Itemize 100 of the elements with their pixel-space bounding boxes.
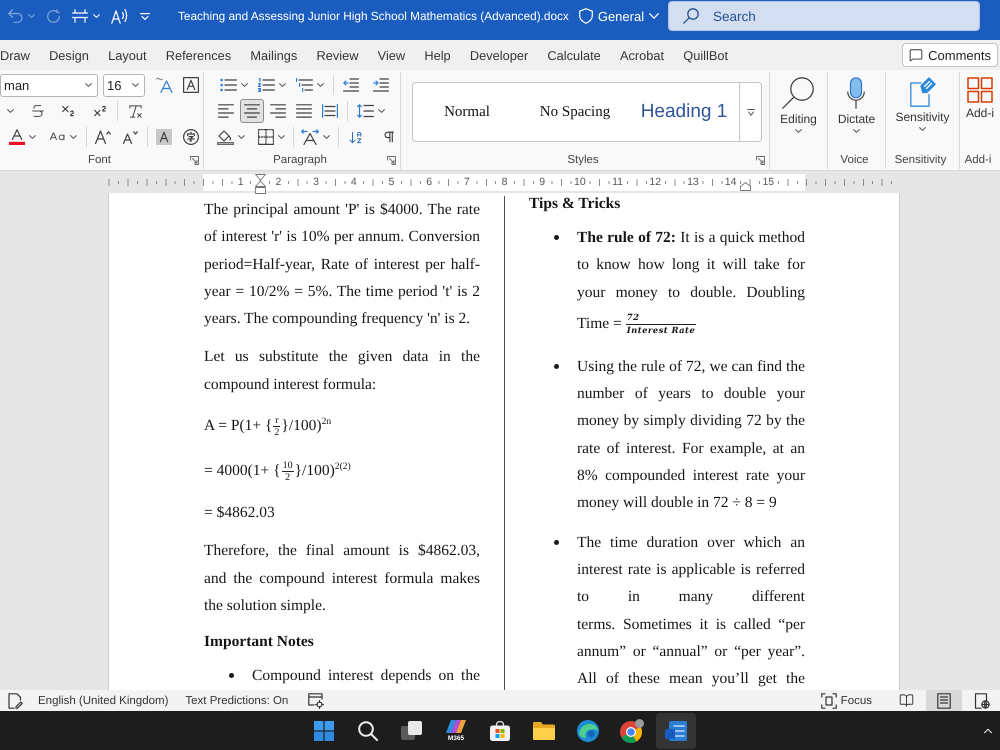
add-ins-button[interactable]: Add-i (964, 75, 996, 122)
magnifier-icon (782, 77, 814, 109)
distributed-align-icon (322, 104, 338, 118)
document-gear-icon (308, 692, 324, 708)
right-indent-marker-icon[interactable] (740, 182, 750, 191)
style-option[interactable]: Normal (413, 83, 521, 141)
shrink-font-icon (122, 130, 138, 144)
ribbon-tab[interactable]: View (368, 40, 415, 70)
indent-marker-icon[interactable] (254, 174, 266, 194)
paragraph: The principal amount 'P' is $4000. The rate of interest 'r' is 10% per annum. Conversion period=Half-year, Rate of interest per half- year = 10/2% = 5%. The time period 't' is 2 years. The compounding frequency 'n' is 2. (204, 200, 480, 330)
bullet-icon (554, 235, 559, 240)
subscript-icon (60, 103, 76, 119)
language-button[interactable]: English (United Kingdom) (36, 690, 170, 711)
grow-font-icon (95, 130, 112, 144)
caret-icon (279, 83, 286, 87)
colorful-stripes-icon (445, 719, 467, 734)
superscript-icon (92, 103, 108, 119)
style-option[interactable]: Heading 1 (629, 83, 739, 141)
ribbon-tab[interactable]: Help (414, 40, 460, 70)
increase-indent-icon (373, 78, 389, 92)
dialog-launcher-button[interactable] (190, 156, 199, 164)
page-globe-icon (974, 692, 990, 708)
shield-icon (578, 8, 593, 24)
touch-mode-icon (72, 9, 88, 23)
character-border-icon (183, 77, 200, 93)
document-pencil-icon (7, 692, 23, 708)
caret-icon (278, 135, 286, 139)
ribbon-tab[interactable]: Layout (98, 40, 156, 70)
clear-formatting-icon (127, 102, 144, 120)
round-logo-icon (620, 718, 644, 742)
voice-button[interactable]: Dictate (836, 75, 878, 135)
sensitivity-label-button[interactable]: General (576, 3, 662, 29)
group-label: Sensitivity (894, 154, 946, 166)
align-right-icon (270, 104, 286, 118)
align-center-button[interactable] (240, 99, 264, 123)
enclosed-character-icon (183, 129, 200, 145)
ribbon-tab[interactable]: Developer (460, 40, 538, 70)
asian-layout-icon (301, 129, 320, 145)
list-item-text: Using the rule of 72, we can find the number of years to double your money by simply dividing 72 by the rate of interest. For example, at an 8% compounded interest rate your money will double in 72 ÷ 8 = 9 (577, 356, 805, 514)
comment-icon (909, 48, 924, 62)
print-layout-button[interactable] (926, 690, 962, 711)
borders-icon (258, 129, 274, 145)
caret-icon (378, 109, 385, 113)
document-title: Teaching and Assessing Junior High School Mathematics (Advanced).docx (178, 8, 569, 25)
caret-icon (852, 129, 860, 133)
search-field[interactable]: Search (668, 1, 980, 31)
align-center-icon (244, 104, 260, 118)
bullet-icon (554, 364, 559, 369)
ribbon-tab[interactable]: Draw (0, 40, 40, 70)
text-predictions-button[interactable]: Text Predictions: On (183, 690, 290, 711)
customize-icon (140, 12, 150, 20)
window-panes-icon (314, 720, 334, 740)
ribbon-tab[interactable]: Design (39, 40, 98, 70)
ribbon-tab[interactable]: Mailings (240, 40, 307, 70)
caret-icon (317, 83, 324, 87)
dialog-launcher-icon (756, 156, 765, 164)
search-icon (683, 8, 699, 24)
ribbon-tab[interactable]: References (156, 40, 241, 70)
ribbon-tab[interactable]: Review (306, 40, 368, 70)
book-icon (898, 693, 914, 708)
font-name-field[interactable]: man (0, 74, 98, 96)
paragraph: = $4862.03 (204, 503, 276, 524)
group-label: Font (88, 154, 111, 166)
document-settings-button[interactable] (306, 690, 326, 711)
sensitivity-button[interactable]: Sensitivity (893, 75, 952, 133)
bullet-icon (229, 672, 234, 678)
chevron-down-icon (649, 13, 660, 19)
caret-icon (919, 127, 926, 131)
dialog-launcher-button[interactable] (387, 156, 396, 164)
editing-button[interactable]: Editing (778, 75, 819, 135)
page-icon (937, 692, 951, 708)
numbered-list-icon (258, 78, 275, 92)
document-tile-icon (665, 720, 687, 740)
swirl-icon (577, 720, 599, 742)
ribbon-tab[interactable]: Calculate (538, 40, 610, 70)
comments-button[interactable]: Comments (902, 43, 998, 67)
read-aloud-icon (111, 8, 129, 24)
group-label: Paragraph (273, 154, 327, 166)
dialog-launcher-button[interactable] (756, 156, 765, 164)
pilcrow-icon (382, 129, 396, 145)
group-label: Add-i (964, 154, 992, 166)
focus-frame-icon (820, 692, 837, 708)
style-option[interactable]: No Spacing (521, 83, 629, 141)
caret-icon (85, 83, 92, 87)
dialog-launcher-icon (190, 156, 199, 164)
redo-icon (46, 8, 61, 24)
focus-button[interactable]: Focus (818, 690, 874, 711)
ribbon-tab[interactable]: QuillBot (674, 40, 738, 70)
dialog-launcher-icon (387, 156, 396, 164)
search-icon (358, 720, 378, 740)
font-size-field[interactable]: 16 (103, 74, 145, 96)
phonetic-guide-icon (156, 77, 174, 93)
group-label: Voice (840, 154, 869, 166)
app-button[interactable] (656, 712, 696, 748)
microphone-icon (847, 77, 866, 109)
ribbon-tab[interactable]: Acrobat (610, 40, 674, 70)
paint-bucket-icon (216, 129, 234, 145)
caret-icon (238, 135, 245, 139)
bullet-icon (554, 540, 559, 545)
caret-icon (70, 135, 77, 139)
